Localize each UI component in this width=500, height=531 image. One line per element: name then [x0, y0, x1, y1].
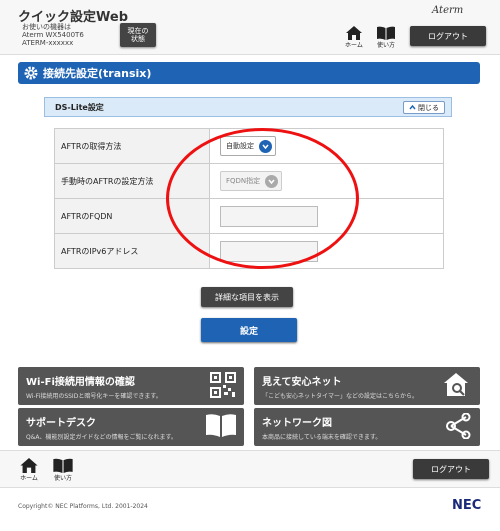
aftr-ipv6-label: AFTRのIPv6アドレス [54, 233, 210, 269]
home-nav[interactable]: ホーム [345, 26, 363, 49]
status-button-line2: 状態 [131, 35, 145, 43]
device-model: Aterm WX5400T6 [22, 31, 84, 39]
status-button-line1: 現在の [127, 27, 149, 35]
collapse-label: 閉じる [418, 103, 439, 112]
section-header-ds-lite: DS-Lite設定 閉じる [44, 97, 452, 117]
aftr-fqdn-label: AFTRのFQDN [54, 198, 210, 234]
aftr-method-select[interactable]: 自動設定 [220, 136, 276, 156]
logout-button[interactable]: ログアウト [410, 26, 486, 46]
tile-support-desk[interactable]: サポートデスク Q&A、機能別設定ガイドなどの情報をご覧になれます。 [18, 408, 244, 446]
tile-title: 見えて安心ネット [262, 377, 342, 388]
page-heading: 接続先設定(transix) [18, 62, 480, 84]
home-icon [20, 458, 38, 473]
share-network-icon [446, 413, 471, 439]
tile-wifi-info[interactable]: Wi-Fi接続用情報の確認 Wi-Fi接続用のSSIDと暗号化キーを確認できます… [18, 367, 244, 405]
tile-title: サポートデスク [26, 418, 96, 429]
footer-help-label: 使い方 [53, 475, 72, 482]
header: クイック設定Web お使いの機器は Aterm WX5400T6 ATERM-x… [0, 0, 500, 55]
tile-mieru-anshin[interactable]: 見えて安心ネット 「こども安心ネットタイマー」などの設定はこちらから。 [254, 367, 480, 405]
chevron-down-icon [259, 139, 272, 153]
chevron-down-icon [265, 174, 279, 188]
tile-desc: 本商品に接続している端末を確認できます。 [262, 434, 382, 441]
aftr-fqdn-input[interactable] [220, 205, 318, 227]
tile-desc: Wi-Fi接続用のSSIDと暗号化キーを確認できます。 [26, 393, 162, 400]
copyright: Copyright© NEC Platforms, Ltd. 2001-2024 [18, 503, 148, 510]
section-title: DS-Lite設定 [55, 102, 104, 112]
manual-aftr-method-value: FQDN指定 [226, 177, 261, 185]
aftr-method-value: 自動設定 [226, 142, 254, 150]
nec-logo: NEC [452, 498, 482, 513]
home-search-icon [444, 373, 468, 396]
device-info-line: お使いの機器は [22, 23, 71, 31]
help-nav[interactable]: 使い方 [377, 26, 395, 49]
aterm-logo: Aterm [432, 5, 464, 16]
show-details-button[interactable]: 詳細な項目を表示 [201, 287, 293, 307]
footer-help-nav[interactable]: 使い方 [53, 458, 73, 482]
tile-network-map[interactable]: ネットワーク図 本商品に接続している端末を確認できます。 [254, 408, 480, 446]
home-nav-label: ホーム [345, 42, 363, 49]
tile-desc: Q&A、機能別設定ガイドなどの情報をご覧になれます。 [26, 434, 177, 441]
ds-lite-settings-table: AFTRの取得方法 自動設定 手動時のAFTRの設定方法 FQDN指定 AFTR… [54, 128, 444, 269]
current-status-button[interactable]: 現在の 状態 [120, 23, 156, 47]
device-info: お使いの機器は Aterm WX5400T6 ATERM-xxxxxx [22, 23, 84, 47]
aftr-method-label: AFTRの取得方法 [54, 128, 210, 164]
manual-aftr-method-label: 手動時のAFTRの設定方法 [54, 163, 210, 199]
aftr-ipv6-input[interactable] [220, 240, 318, 262]
footer-home-nav[interactable]: ホーム [20, 458, 38, 482]
collapse-section-button[interactable]: 閉じる [403, 101, 445, 114]
submit-settings-button[interactable]: 設定 [201, 318, 297, 342]
book-icon [206, 414, 236, 437]
table-row: AFTRのIPv6アドレス [54, 233, 444, 269]
help-nav-label: 使い方 [377, 42, 396, 49]
footer-logout-button[interactable]: ログアウト [413, 459, 489, 479]
table-row: 手動時のAFTRの設定方法 FQDN指定 [54, 163, 444, 199]
manual-aftr-method-select[interactable]: FQDN指定 [220, 171, 283, 191]
book-icon [377, 26, 395, 40]
tile-desc: 「こども安心ネットタイマー」などの設定はこちらから。 [262, 393, 419, 400]
home-icon [345, 26, 362, 40]
table-row: AFTRのFQDN [54, 198, 444, 234]
table-row: AFTRの取得方法 自動設定 [54, 128, 444, 164]
chevron-up-icon [409, 104, 416, 110]
page-title: 接続先設定(transix) [43, 67, 152, 80]
tile-title: ネットワーク図 [262, 418, 332, 429]
gear-icon [24, 66, 38, 80]
qr-code-icon [210, 372, 236, 398]
footer-home-label: ホーム [20, 475, 38, 482]
book-icon [53, 458, 73, 473]
tile-title: Wi-Fi接続用情報の確認 [26, 377, 135, 388]
device-id: ATERM-xxxxxx [22, 39, 74, 47]
